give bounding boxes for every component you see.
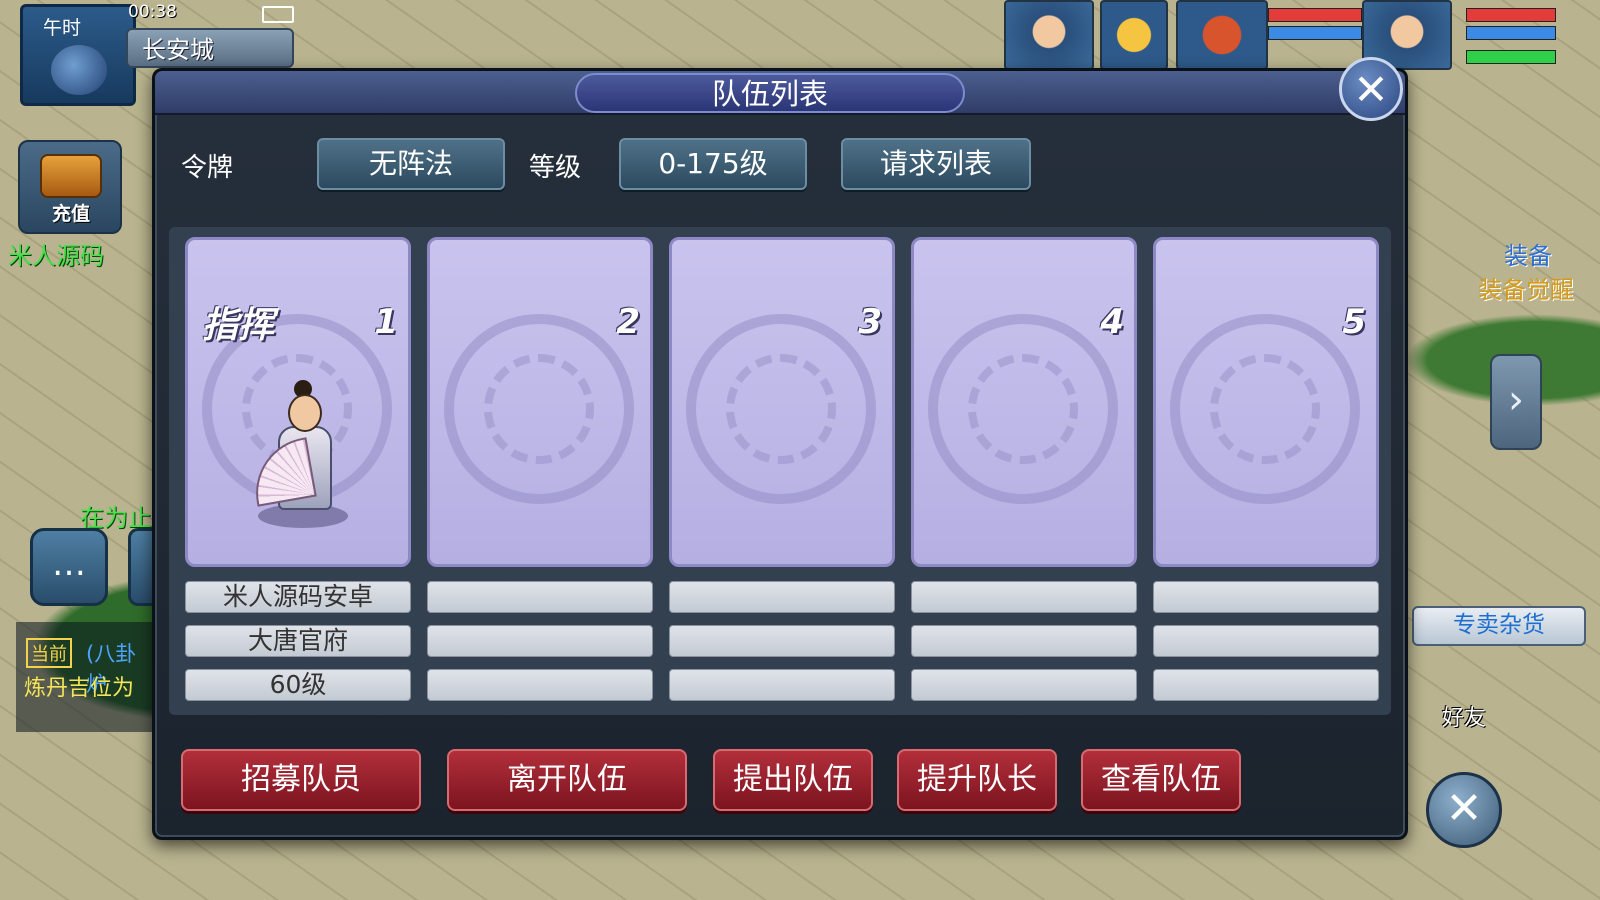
member-name: [911, 581, 1137, 613]
equip-awaken-text: 装备觉醒: [1478, 276, 1574, 304]
city-name[interactable]: 长安城: [126, 28, 294, 68]
game-clock-widget: 午时: [20, 4, 136, 106]
cloud-emblem-icon: [928, 314, 1118, 504]
member-name: 米人源码安卓: [185, 581, 411, 613]
player-mp-bar: [1466, 26, 1556, 40]
cloud-emblem-icon: [1170, 314, 1360, 504]
side-panel-toggle[interactable]: ›: [1490, 354, 1542, 450]
hp-bar: [1268, 8, 1362, 22]
team-slot-2[interactable]: 2: [427, 237, 653, 567]
level-label: 等级: [529, 153, 582, 183]
team-list-dialog: 队伍列表 ✕ 令牌 无阵法 等级 0-175级 请求列表 指挥 1 2 3 4: [152, 57, 1408, 840]
player-hp-bar: [1466, 8, 1556, 22]
request-list-button[interactable]: 请求列表: [841, 138, 1031, 190]
member-level: [1153, 669, 1379, 701]
member-faction: [427, 625, 653, 657]
member-level: [427, 669, 653, 701]
hud-close-button[interactable]: ✕: [1426, 772, 1502, 848]
chevron-right-icon: ›: [1508, 377, 1524, 423]
mp-bar: [1268, 26, 1362, 40]
cloud-emblem-icon: [686, 314, 876, 504]
slot-number: 3: [858, 302, 882, 342]
moon-icon: [51, 45, 107, 95]
player-exp-bar: [1466, 50, 1556, 64]
team-slot-4[interactable]: 4: [911, 237, 1137, 567]
member-name: [427, 581, 653, 613]
quest-text: 炼丹吉位为: [24, 676, 135, 701]
member-name: [1153, 581, 1379, 613]
world-chat-text: 米人源码: [8, 242, 104, 270]
equip-text: 装备: [1504, 242, 1552, 270]
slot-number: 5: [1342, 302, 1366, 342]
recruit-button[interactable]: 招募队员: [181, 749, 421, 811]
fan-icon: [247, 437, 317, 507]
shop-npc-label[interactable]: 专卖杂货: [1412, 606, 1586, 646]
leader-tag: 指挥: [202, 305, 275, 346]
kick-member-button[interactable]: 提出队伍: [713, 749, 873, 811]
member-level: [669, 669, 895, 701]
team-slot-3[interactable]: 3: [669, 237, 895, 567]
slot-number: 4: [1100, 302, 1124, 342]
member-faction: [911, 625, 1137, 657]
treasure-chest-icon: [40, 154, 102, 198]
dialog-title: 队伍列表: [575, 73, 965, 113]
dialog-title-bar: 队伍列表: [155, 71, 1405, 115]
slot-number: 2: [616, 302, 640, 342]
member-level: [911, 669, 1137, 701]
pet-portrait[interactable]: [1100, 0, 1168, 70]
quest-badge: 当前: [26, 638, 72, 668]
team-slot-5[interactable]: 5: [1153, 237, 1379, 567]
team-slot-1[interactable]: 指挥 1: [185, 237, 411, 567]
party-portrait-1[interactable]: [1004, 0, 1094, 70]
recharge-button[interactable]: 充值: [18, 140, 122, 234]
dialog-close-button[interactable]: ✕: [1339, 57, 1403, 121]
member-faction: 大唐官府: [185, 625, 411, 657]
cloud-emblem-icon: [444, 314, 634, 504]
token-label: 令牌: [181, 153, 234, 183]
member-faction: [1153, 625, 1379, 657]
member-level: 60级: [185, 669, 411, 701]
slot-number: 1: [374, 302, 398, 342]
view-team-button[interactable]: 查看队伍: [1081, 749, 1241, 811]
character-avatar: [247, 380, 352, 530]
formation-button[interactable]: 无阵法: [317, 138, 505, 190]
promote-leader-button[interactable]: 提升队长: [897, 749, 1057, 811]
member-name: [669, 581, 895, 613]
time-period-label: 午时: [43, 17, 82, 39]
battery-icon: [262, 6, 294, 23]
level-range-button[interactable]: 0-175级: [619, 138, 807, 190]
close-icon: ✕: [1445, 783, 1483, 834]
friends-button-label[interactable]: 好友: [1442, 700, 1486, 732]
member-faction: [669, 625, 895, 657]
recharge-label: 充值: [52, 203, 91, 225]
chat-bubble-icon: …: [52, 544, 86, 584]
team-slots: 指挥 1 2 3 4 5 米人源码安卓 大唐官府 60级: [169, 227, 1391, 715]
quest-tracker[interactable]: 当前 (八卦炉 炼丹吉位为: [16, 622, 156, 732]
summon-portrait[interactable]: [1176, 0, 1268, 70]
close-icon: ✕: [1353, 65, 1389, 114]
leave-team-button[interactable]: 离开队伍: [447, 749, 687, 811]
system-clock: 00:38: [128, 2, 177, 22]
chat-button[interactable]: …: [30, 528, 108, 606]
